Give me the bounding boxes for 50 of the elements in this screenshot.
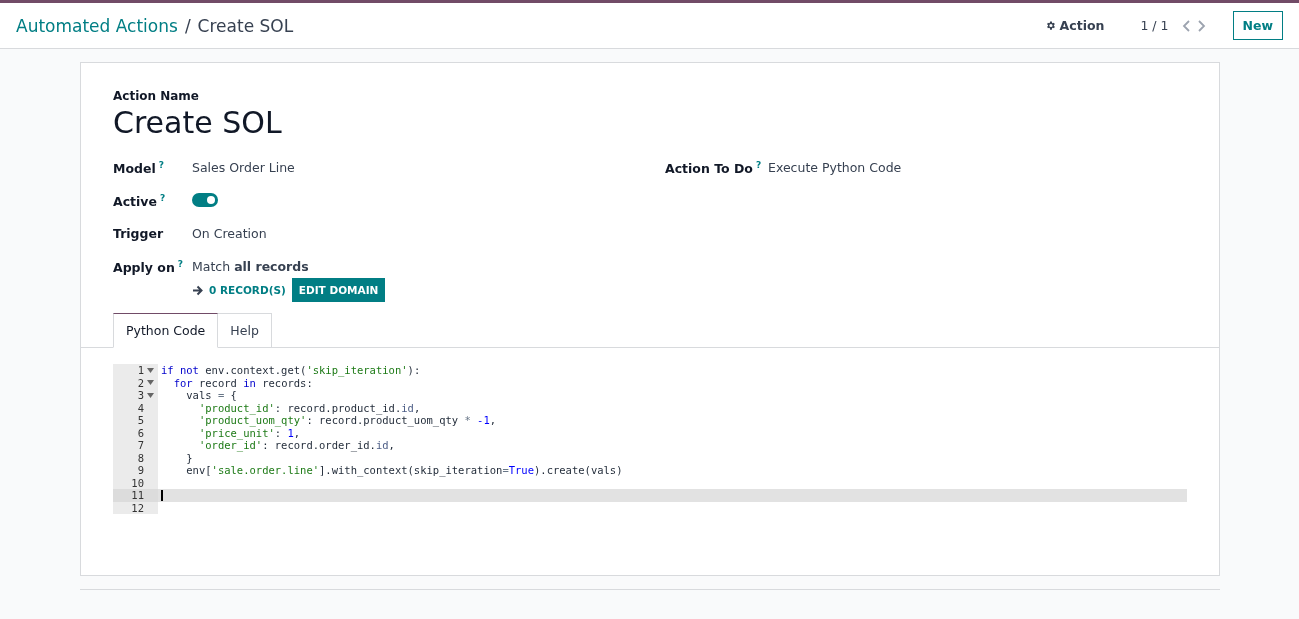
text-cursor bbox=[161, 489, 163, 501]
field-value: Execute Python Code bbox=[768, 159, 903, 175]
action-menu-button[interactable]: Action bbox=[1038, 17, 1111, 34]
line-number: 12 bbox=[131, 501, 144, 514]
field-label: Apply on $^{?}$ bbox=[113, 258, 185, 276]
new-button[interactable]: New bbox=[1232, 11, 1283, 40]
code-line: 'product_uom_qty': record.product_uom_qty * -1, bbox=[197, 414, 497, 427]
help-tooltip-icon[interactable]: ? bbox=[160, 193, 166, 203]
help-tooltip-icon[interactable]: ? bbox=[177, 259, 184, 269]
line-number: 7 bbox=[137, 439, 144, 452]
field-label: Action To Do $^{?}$ bbox=[665, 159, 763, 177]
toggle-switch[interactable] bbox=[192, 193, 218, 207]
records-count-link[interactable]: 0 RECORD(S) bbox=[209, 284, 286, 296]
line-number: 1 bbox=[137, 364, 144, 377]
field-value: Match all records bbox=[192, 258, 310, 274]
code-line: 'order_id': record.order_id.id, bbox=[197, 439, 395, 452]
line-number: 2 bbox=[137, 376, 144, 389]
line-number: 5 bbox=[137, 414, 144, 427]
notebook-tab[interactable]: Python Code bbox=[113, 313, 219, 348]
field-label: Active $^{?}$ bbox=[113, 192, 167, 210]
field-label: Trigger bbox=[113, 225, 165, 241]
notebook-tab[interactable]: Help bbox=[218, 313, 272, 348]
code-line: 'price_unit': 1, bbox=[197, 426, 301, 439]
arrow-right-icon bbox=[192, 284, 203, 296]
field-label: Model $^{?}$ bbox=[113, 159, 165, 177]
line-number: 9 bbox=[137, 464, 144, 477]
help-tooltip-icon[interactable]: ? bbox=[755, 160, 762, 170]
code-line: if not env.context.get('skip_iteration'): bbox=[160, 364, 421, 377]
code-line: 'product_id': record.product_id.id, bbox=[197, 401, 421, 414]
breadcrumb-current: Create SOL bbox=[197, 15, 294, 36]
breadcrumb-separator: / bbox=[184, 15, 191, 36]
pager-value: 1 / 1 bbox=[1140, 18, 1169, 33]
help-tooltip-icon[interactable]: ? bbox=[158, 160, 164, 170]
gear-icon bbox=[1044, 20, 1056, 31]
code-line: for record in records: bbox=[172, 376, 313, 389]
breadcrumb-link[interactable]: Automated Actions bbox=[16, 15, 178, 36]
line-number: 11 bbox=[131, 489, 144, 502]
edit-domain-button[interactable]: EDIT DOMAIN bbox=[291, 278, 386, 302]
code-line: vals = { bbox=[185, 389, 237, 402]
field-label: Action Name bbox=[113, 89, 200, 103]
line-number: 8 bbox=[137, 451, 144, 464]
record-title[interactable]: Create SOL bbox=[113, 105, 1187, 140]
line-number: 6 bbox=[137, 426, 144, 439]
field-value: On Creation bbox=[192, 225, 268, 241]
line-number: 10 bbox=[131, 476, 144, 489]
line-number: 4 bbox=[137, 401, 144, 414]
line-number: 3 bbox=[137, 389, 144, 402]
field-value: Sales Order Line bbox=[192, 159, 296, 175]
code-line: } bbox=[185, 451, 193, 464]
code-line: env['sale.order.line'].with_context(skip_iteration=True).create(vals) bbox=[185, 464, 623, 477]
